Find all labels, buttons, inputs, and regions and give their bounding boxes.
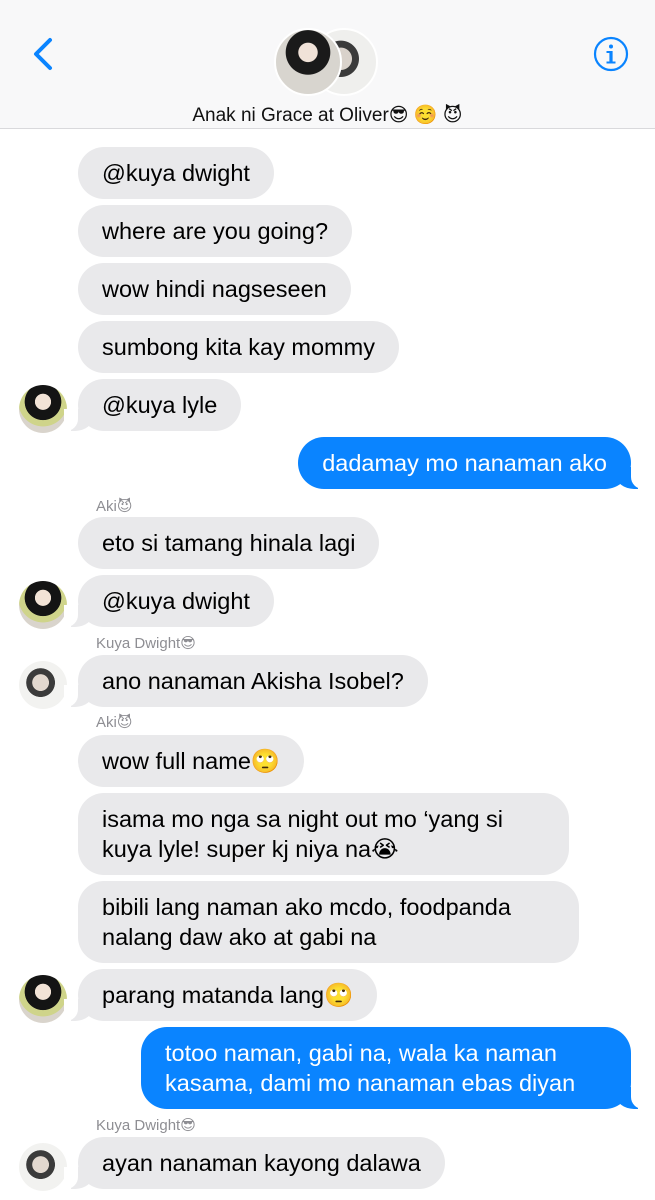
message-bubble-incoming[interactable]: ano nanaman Akisha Isobel? [64,655,428,707]
message-bubble-incoming[interactable]: wow full name🙄 [78,735,305,787]
info-circle-icon[interactable] [593,36,629,72]
message-bubble-incoming[interactable]: @kuya lyle [63,379,242,431]
message-bubble-incoming[interactable]: isama mo nga sa night out mo ‘yang si ku… [78,793,569,875]
sender-avatar[interactable] [19,581,67,629]
group-avatar[interactable] [274,28,384,98]
message-bubble-incoming[interactable]: bibili lang naman ako mcdo, foodpanda na… [78,881,579,963]
group-title[interactable]: Anak ni Grace at Oliver😎 ☺️ 😈 [0,103,655,127]
message-list[interactable]: @kuya dwight where are you going? wow hi… [0,129,655,1200]
message-bubble-incoming[interactable]: @kuya dwight [78,147,274,199]
sender-avatar[interactable] [19,1143,67,1191]
sender-avatar[interactable] [19,975,67,1023]
chevron-left-icon[interactable] [26,32,66,76]
sender-name: Kuya Dwight😎 [96,1117,196,1134]
message-bubble-incoming[interactable]: sumbong kita kay mommy [78,321,399,373]
sender-name: Kuya Dwight😎 [96,635,196,652]
message-bubble-incoming[interactable]: eto si tamang hinala lagi [78,517,380,569]
chat-header: Anak ni Grace at Oliver😎 ☺️ 😈 [0,0,655,129]
message-bubble-incoming[interactable]: ayan nanaman kayong dalawa [64,1137,445,1189]
member-avatar [274,28,342,96]
message-bubble-incoming[interactable]: where are you going? [78,205,353,257]
message-bubble-incoming[interactable]: wow hindi nagseseen [78,263,351,315]
message-bubble-outgoing[interactable]: totoo naman, gabi na, wala ka naman kasa… [141,1027,645,1109]
sender-name: Aki😈 [96,714,133,731]
message-bubble-incoming[interactable]: @kuya dwight [64,575,274,627]
sender-avatar[interactable] [19,661,67,709]
sender-name: Aki😈 [96,498,133,515]
sender-avatar[interactable] [19,385,67,433]
message-bubble-outgoing[interactable]: dadamay mo nanaman ako [298,437,645,489]
message-bubble-incoming[interactable]: parang matanda lang🙄 [63,969,378,1021]
